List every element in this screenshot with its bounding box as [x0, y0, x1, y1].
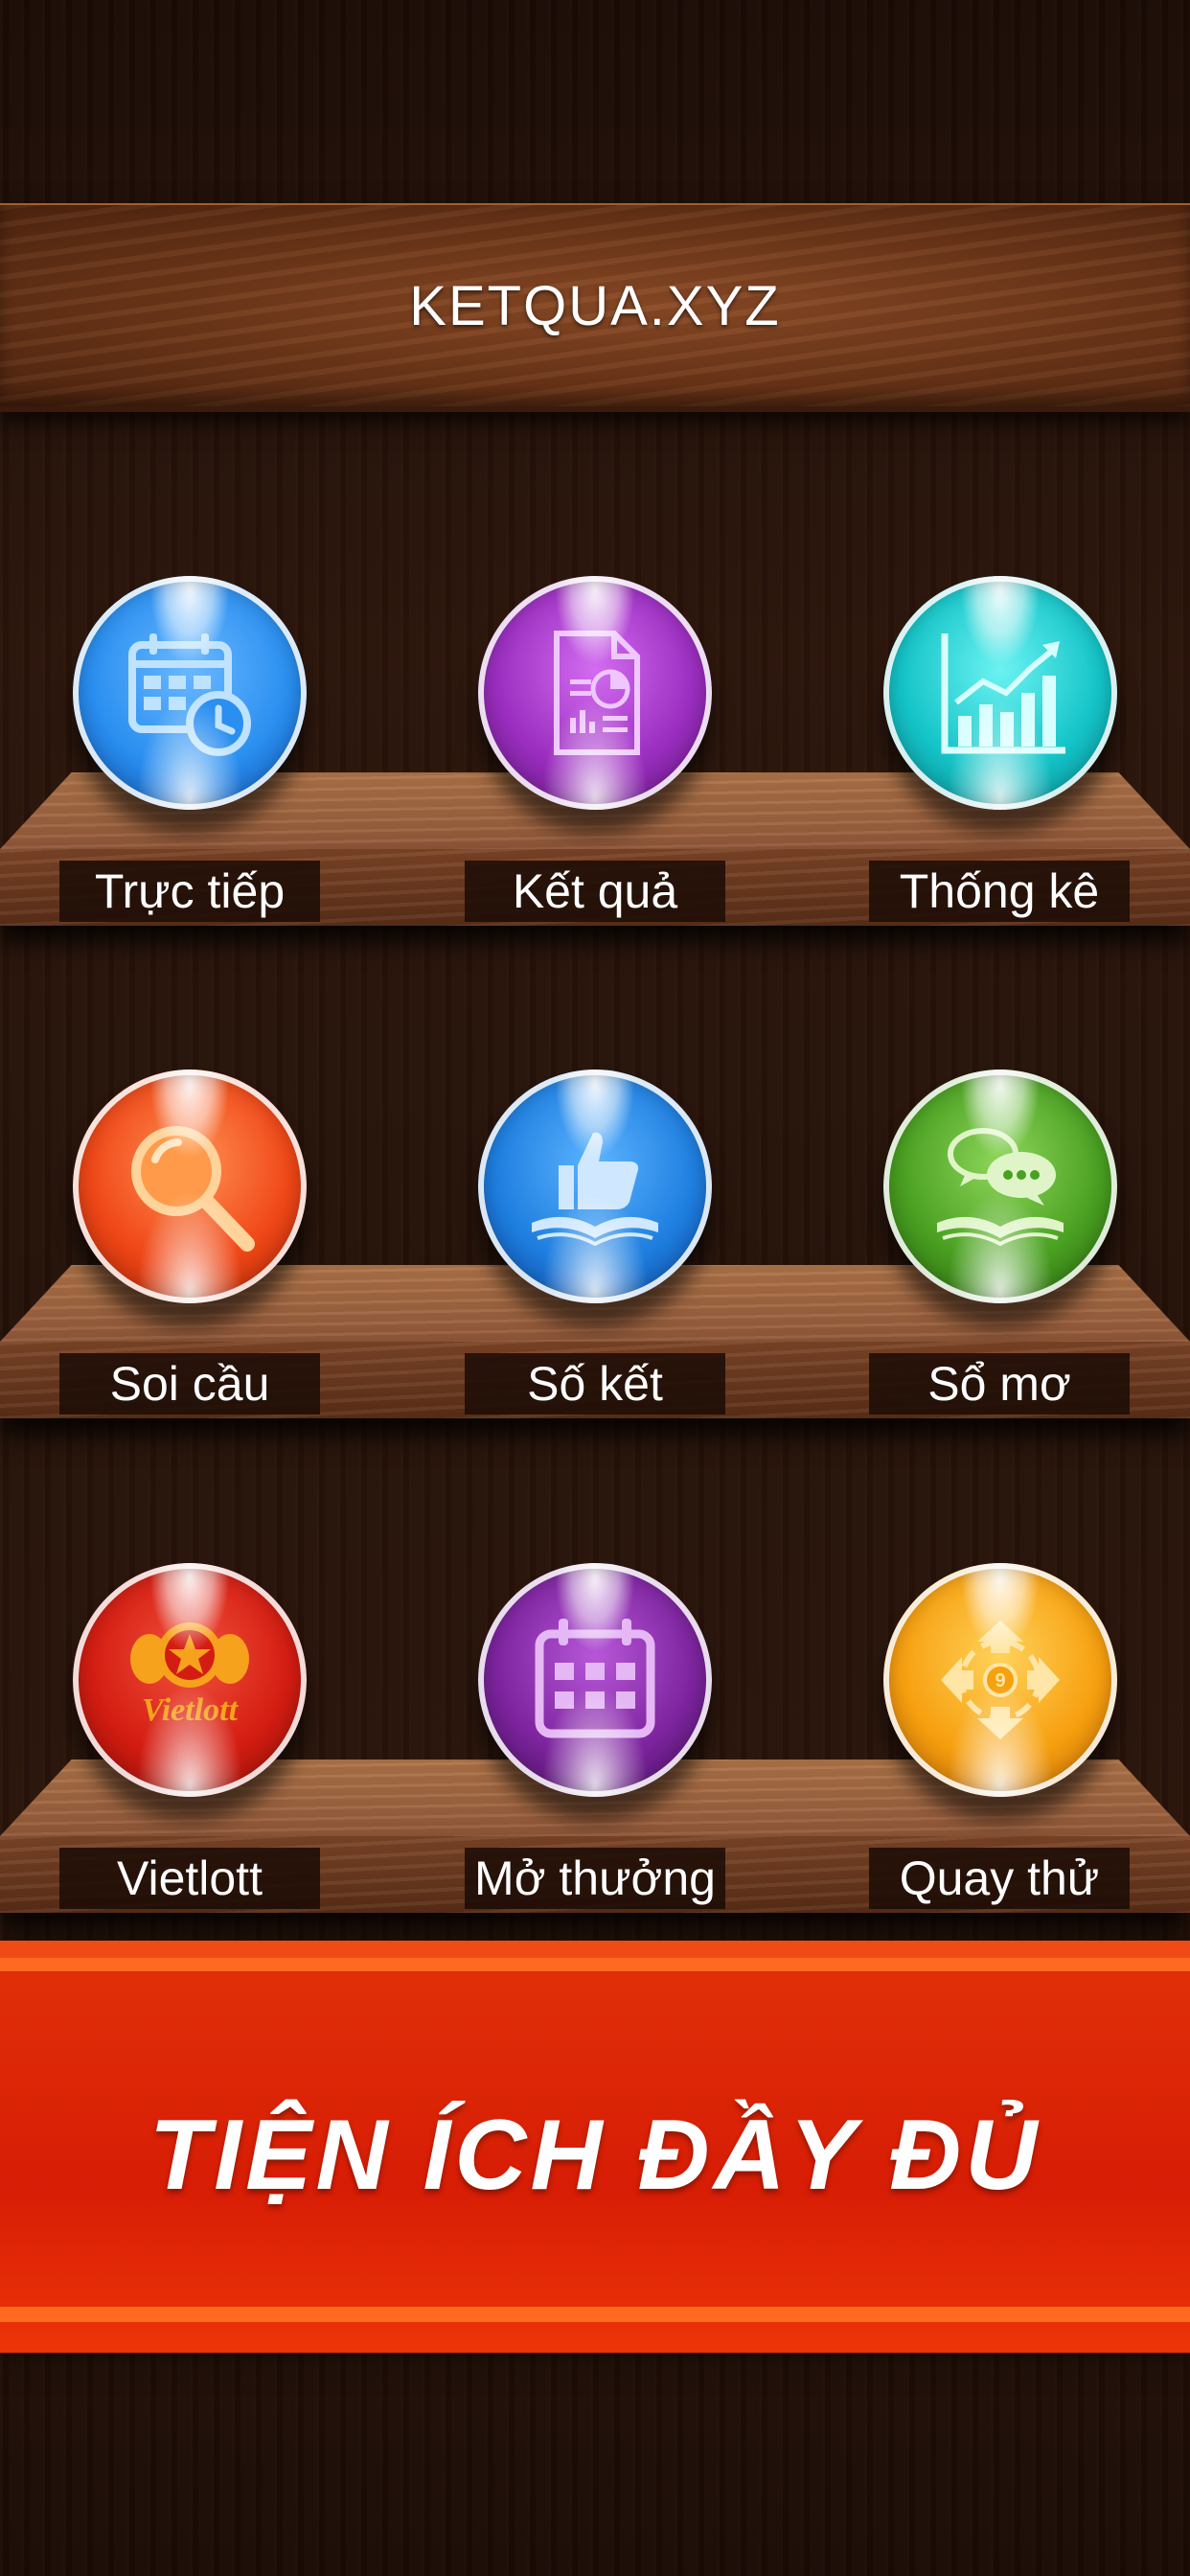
label-quay-thu[interactable]: Quay thử [869, 1848, 1130, 1909]
so-ket-button[interactable] [478, 1070, 712, 1303]
soi-cau-button[interactable] [73, 1070, 307, 1303]
label-so-mo[interactable]: Sổ mơ [869, 1353, 1130, 1414]
label-soi-cau[interactable]: Soi cầu [59, 1353, 320, 1414]
ket-qua-button[interactable] [478, 576, 712, 810]
calendar-clock-icon [128, 633, 251, 756]
label-so-ket[interactable]: Số kết [465, 1353, 725, 1414]
vietlott-logo: Vietlott [130, 1622, 249, 1728]
app-title: KETQUA.XYZ [409, 274, 781, 337]
vietlott-button[interactable]: Vietlott [73, 1563, 307, 1797]
svg-text:Vietlott: Vietlott [142, 1692, 240, 1728]
thumbs-up-book-icon [532, 1132, 658, 1247]
label-vietlott[interactable]: Vietlott [59, 1848, 320, 1909]
magnifier-icon [131, 1126, 255, 1252]
label-thong-ke[interactable]: Thống kê [869, 861, 1130, 922]
label-truc-tiep[interactable]: Trực tiếp [59, 861, 320, 922]
bar-chart-icon [941, 633, 1065, 754]
svg-text:9: 9 [995, 1670, 1005, 1691]
calendar-grid-icon [535, 1619, 655, 1738]
mo-thuong-button[interactable] [478, 1563, 712, 1797]
quay-thu-button[interactable]: 9 [883, 1563, 1117, 1797]
so-mo-button[interactable] [883, 1070, 1117, 1303]
spin-ball-icon: 9 [941, 1621, 1060, 1739]
truc-tiep-button[interactable] [73, 576, 307, 810]
label-mo-thuong[interactable]: Mở thưởng [465, 1848, 725, 1909]
label-ket-qua[interactable]: Kết quả [465, 861, 725, 922]
promo-banner: TIỆN ÍCH ĐẦY ĐỦ [0, 1941, 1190, 2353]
report-document-icon [554, 631, 640, 755]
banner-text: TIỆN ÍCH ĐẦY ĐỦ [149, 2100, 1041, 2211]
thong-ke-button[interactable] [883, 576, 1117, 810]
chat-book-icon [937, 1128, 1064, 1247]
header-plank: KETQUA.XYZ [0, 203, 1190, 412]
